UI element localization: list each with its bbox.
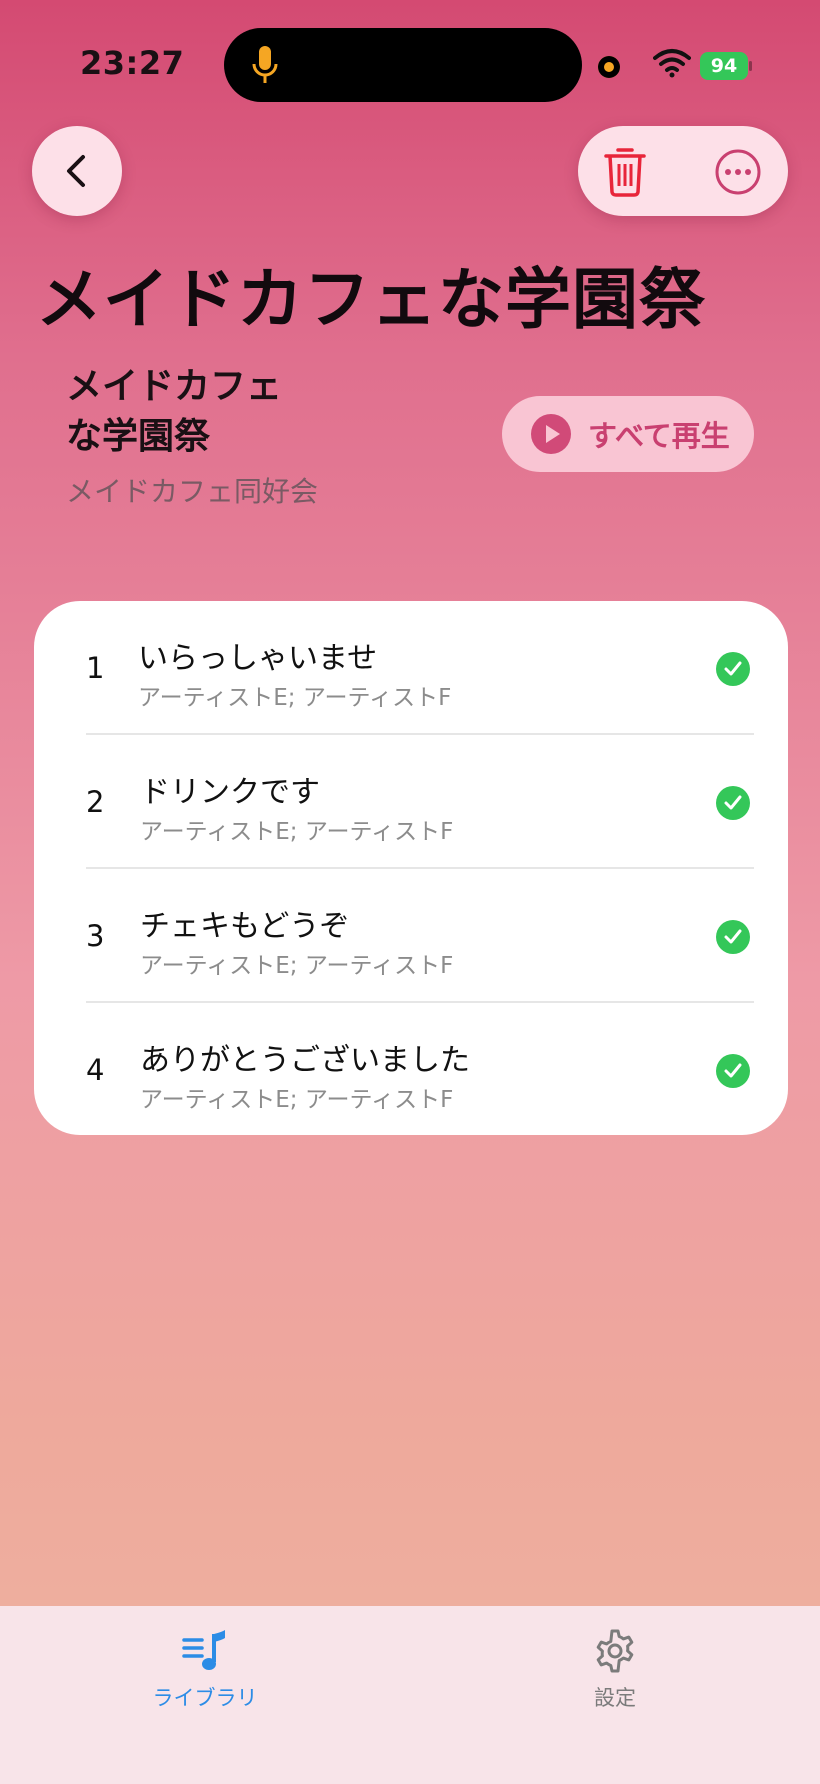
tab-settings[interactable]: 設定 <box>530 1624 700 1714</box>
track-list: 1 いらっしゃいませ アーティストE; アーティストF 2 ドリンクです アーテ… <box>34 601 788 1135</box>
play-all-label: すべて再生 <box>588 419 730 453</box>
track-row[interactable]: 3 チェキもどうぞ アーティストE; アーティストF <box>34 869 788 1003</box>
album-title-line-1: メイドカフェ <box>66 366 283 407</box>
track-row[interactable]: 2 ドリンクです アーティストE; アーティストF <box>34 735 788 869</box>
track-row[interactable]: 4 ありがとうございました アーティストE; アーティストF <box>34 1003 788 1137</box>
track-number: 3 <box>86 919 105 953</box>
checkmark-circle-icon <box>716 920 750 954</box>
tab-library[interactable]: ライブラリ <box>120 1624 290 1714</box>
battery-cap <box>749 61 752 71</box>
tab-settings-label: 設定 <box>594 1686 636 1710</box>
play-all-button[interactable]: すべて再生 <box>502 396 754 472</box>
back-button[interactable] <box>32 126 122 216</box>
music-list-icon <box>182 1630 225 1670</box>
play-circle-icon <box>531 414 571 454</box>
track-number: 4 <box>86 1053 105 1087</box>
track-artists: アーティストE; アーティストF <box>138 685 452 711</box>
tab-library-label: ライブラリ <box>152 1686 258 1710</box>
battery-indicator: 94 <box>700 52 748 80</box>
checkmark-circle-icon <box>716 1054 750 1088</box>
track-title: ありがとうございました <box>140 1043 470 1078</box>
album-title-line-2: な学園祭 <box>66 416 211 457</box>
status-time: 23:27 <box>80 44 185 82</box>
track-artists: アーティストE; アーティストF <box>140 1087 454 1113</box>
track-number: 2 <box>86 785 105 819</box>
album-title: メイドカフェ な学園祭 <box>66 362 366 462</box>
page-title: メイドカフェな学園祭 <box>36 261 706 338</box>
trash-icon[interactable] <box>602 144 648 198</box>
track-artists: アーティストE; アーティストF <box>140 953 454 979</box>
track-row[interactable]: 1 いらっしゃいませ アーティストE; アーティストF <box>34 601 788 735</box>
wifi-icon <box>653 49 691 78</box>
chevron-left-icon <box>67 155 85 187</box>
checkmark-circle-icon <box>716 652 750 686</box>
track-title: いらっしゃいませ <box>138 641 378 676</box>
gear-icon <box>596 1629 634 1673</box>
track-number: 1 <box>86 651 105 685</box>
ellipsis-circle-icon[interactable] <box>714 148 762 196</box>
recording-indicator-icon <box>598 56 620 78</box>
checkmark-circle-icon <box>716 786 750 820</box>
track-title: チェキもどうぞ <box>140 909 350 944</box>
microphone-icon <box>252 46 278 83</box>
track-artists: アーティストE; アーティストF <box>140 819 454 845</box>
album-artist: メイドカフェ同好会 <box>66 475 319 508</box>
track-title: ドリンクです <box>140 775 320 810</box>
